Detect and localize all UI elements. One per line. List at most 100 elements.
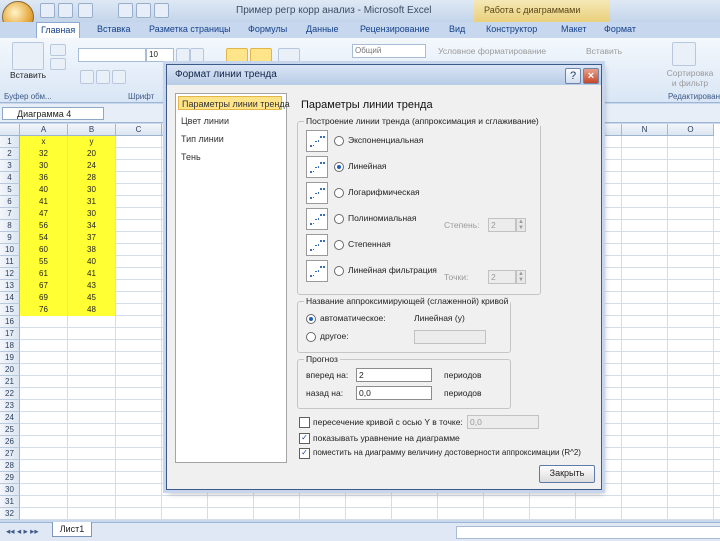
row-header[interactable]: 21	[0, 376, 20, 388]
data-cell[interactable]: 41	[20, 196, 67, 208]
underline-icon[interactable]	[112, 70, 126, 84]
trend-ma-radio[interactable]	[334, 266, 344, 276]
conditional-format-button[interactable]: Условное форматирование	[438, 46, 546, 56]
row-header[interactable]: 25	[0, 424, 20, 436]
data-cell[interactable]: 32	[20, 148, 67, 160]
header-cell-x[interactable]: x	[20, 136, 67, 148]
data-cell[interactable]: 24	[68, 160, 115, 172]
data-cell[interactable]: 61	[20, 268, 67, 280]
intercept-input[interactable]: 0,0	[467, 415, 539, 429]
data-cell[interactable]: 67	[20, 280, 67, 292]
row-header[interactable]: 7	[0, 208, 20, 220]
data-cell[interactable]: 20	[68, 148, 115, 160]
data-cell[interactable]: 48	[68, 304, 115, 316]
trend-pow-radio[interactable]	[334, 240, 344, 250]
tab-review[interactable]: Рецензирование	[360, 24, 430, 34]
row-header[interactable]: 31	[0, 496, 20, 508]
sheet-tab[interactable]: Лист1	[52, 522, 92, 537]
data-cell[interactable]: 54	[20, 232, 67, 244]
data-cell[interactable]: 30	[68, 184, 115, 196]
align-top-icon[interactable]	[226, 48, 248, 62]
sheet-nav-arrows-icon[interactable]: ◂◂ ◂ ▸ ▸▸	[6, 526, 39, 537]
tab-format[interactable]: Формат	[604, 24, 636, 34]
data-cell[interactable]: 30	[20, 160, 67, 172]
tab-home[interactable]: Главная	[36, 22, 81, 38]
row-header[interactable]: 1	[0, 136, 20, 148]
bold-icon[interactable]	[80, 70, 94, 84]
header-cell-y[interactable]: y	[68, 136, 115, 148]
forward-input[interactable]: 2	[356, 368, 432, 382]
open-icon[interactable]	[118, 3, 133, 18]
paste-icon[interactable]	[12, 42, 44, 70]
trend-exp-radio[interactable]	[334, 136, 344, 146]
points-spinner[interactable]: ▲ ▼	[516, 270, 526, 284]
data-cell[interactable]: 28	[68, 172, 115, 184]
show-equation-checkbox[interactable]: ✓	[299, 433, 310, 444]
row-header[interactable]: 14	[0, 292, 20, 304]
row-header[interactable]: 10	[0, 244, 20, 256]
grow-font-icon[interactable]	[176, 48, 190, 62]
points-input[interactable]: 2	[488, 270, 516, 284]
row-header[interactable]: 30	[0, 484, 20, 496]
intercept-checkbox[interactable]	[299, 417, 310, 428]
data-cell[interactable]: 31	[68, 196, 115, 208]
trend-lin-radio[interactable]	[334, 162, 344, 172]
select-all-corner[interactable]	[0, 124, 20, 136]
close-button[interactable]: Закрыть	[539, 465, 595, 483]
data-cell[interactable]: 34	[68, 220, 115, 232]
row-header[interactable]: 22	[0, 388, 20, 400]
tab-insert[interactable]: Вставка	[97, 24, 130, 34]
data-cell[interactable]: 69	[20, 292, 67, 304]
row-header[interactable]: 23	[0, 400, 20, 412]
column-header[interactable]: B	[68, 124, 116, 136]
save-icon[interactable]	[40, 3, 55, 18]
help-icon[interactable]: ?	[565, 68, 581, 84]
data-cell[interactable]: 60	[20, 244, 67, 256]
trend-poly-radio[interactable]	[334, 214, 344, 224]
horizontal-scrollbar[interactable]	[456, 526, 720, 539]
show-r2-checkbox[interactable]: ✓	[299, 448, 310, 459]
insert-cells-button[interactable]: Вставить	[586, 46, 622, 56]
nav-line-style[interactable]: Тип линии	[178, 132, 282, 146]
sort-filter-icon[interactable]	[672, 42, 696, 66]
undo-icon[interactable]	[58, 3, 73, 18]
degree-input[interactable]: 2	[488, 218, 516, 232]
data-cell[interactable]: 56	[20, 220, 67, 232]
data-cell[interactable]: 30	[68, 208, 115, 220]
row-header[interactable]: 28	[0, 460, 20, 472]
table-icon[interactable]	[154, 3, 169, 18]
row-header[interactable]: 11	[0, 256, 20, 268]
data-cell[interactable]: 40	[20, 184, 67, 196]
tab-page-layout[interactable]: Разметка страницы	[149, 24, 231, 34]
row-header[interactable]: 8	[0, 220, 20, 232]
row-header[interactable]: 18	[0, 340, 20, 352]
data-cell[interactable]: 43	[68, 280, 115, 292]
cut-icon[interactable]	[50, 44, 66, 56]
name-other-radio[interactable]	[306, 332, 316, 342]
trend-log-radio[interactable]	[334, 188, 344, 198]
data-cell[interactable]: 45	[68, 292, 115, 304]
column-header[interactable]: C	[116, 124, 162, 136]
row-header[interactable]: 2	[0, 148, 20, 160]
row-header[interactable]: 17	[0, 328, 20, 340]
row-header[interactable]: 6	[0, 196, 20, 208]
row-header[interactable]: 16	[0, 316, 20, 328]
nav-line-color[interactable]: Цвет линии	[178, 114, 282, 128]
tab-layout[interactable]: Макет	[561, 24, 586, 34]
row-header[interactable]: 9	[0, 232, 20, 244]
row-header[interactable]: 20	[0, 364, 20, 376]
data-cell[interactable]: 40	[68, 256, 115, 268]
data-cell[interactable]: 37	[68, 232, 115, 244]
nav-trendline-options[interactable]: Параметры линии тренда	[178, 96, 290, 110]
tab-data[interactable]: Данные	[306, 24, 339, 34]
row-header[interactable]: 27	[0, 448, 20, 460]
row-header[interactable]: 26	[0, 436, 20, 448]
nav-shadow[interactable]: Тень	[178, 150, 282, 164]
row-header[interactable]: 5	[0, 184, 20, 196]
data-cell[interactable]: 41	[68, 268, 115, 280]
redo-icon[interactable]	[78, 3, 93, 18]
font-name-box[interactable]	[78, 48, 146, 62]
close-icon[interactable]: ×	[583, 68, 599, 84]
column-header[interactable]: N	[622, 124, 668, 136]
tab-formulas[interactable]: Формулы	[248, 24, 287, 34]
